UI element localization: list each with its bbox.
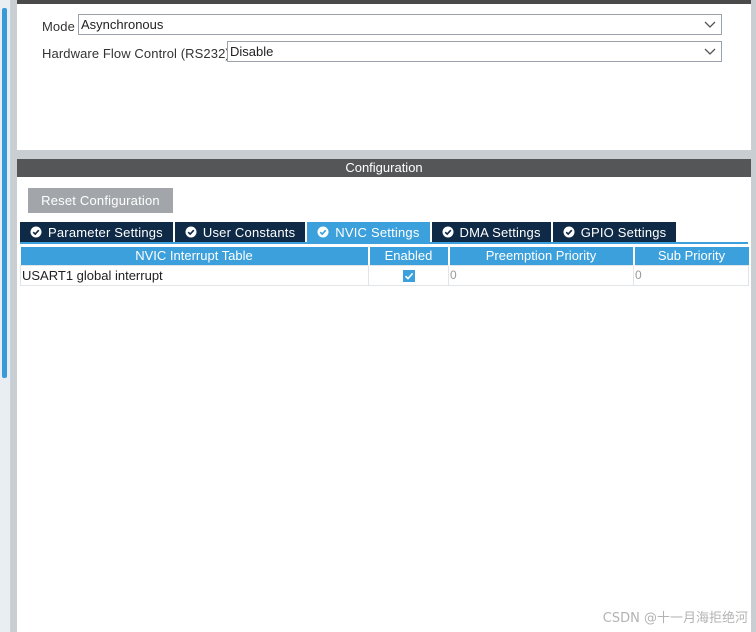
watermark-text: CSDN @十一月海拒绝河 <box>602 611 748 626</box>
enabled-cell <box>368 264 449 286</box>
flow-row: Hardware Flow Control (RS232) <box>17 42 230 64</box>
sub-priority-cell[interactable]: 0 <box>633 264 749 286</box>
reset-configuration-button[interactable]: Reset Configuration <box>28 188 173 213</box>
settings-tabs: Parameter Settings User Constants NVIC S… <box>20 222 678 242</box>
flow-label: Hardware Flow Control (RS232) <box>42 45 230 61</box>
check-circle-icon <box>563 226 575 238</box>
chevron-down-icon <box>704 45 716 57</box>
tab-user-constants[interactable]: User Constants <box>174 222 306 242</box>
column-header-enabled[interactable]: Enabled <box>368 247 450 265</box>
chevron-down-icon <box>704 18 716 30</box>
mode-panel: Mode Asynchronous Hardware Flow Control … <box>17 0 751 150</box>
column-header-interrupt[interactable]: NVIC Interrupt Table <box>20 247 370 265</box>
check-circle-icon <box>185 226 197 238</box>
check-circle-icon <box>30 226 42 238</box>
column-header-preemption[interactable]: Preemption Priority <box>448 247 635 265</box>
interrupt-name-cell: USART1 global interrupt <box>20 264 369 286</box>
tab-label: User Constants <box>202 224 296 240</box>
tab-label: NVIC Settings <box>335 224 420 240</box>
tab-nvic-settings[interactable]: NVIC Settings <box>307 222 430 242</box>
configuration-header: Configuration <box>17 159 751 177</box>
tab-label: Parameter Settings <box>48 224 163 240</box>
mode-select[interactable]: Asynchronous <box>78 14 722 35</box>
tab-dma-settings[interactable]: DMA Settings <box>431 222 551 242</box>
mode-row: Mode <box>17 15 75 37</box>
preemption-priority-cell[interactable]: 0 <box>448 264 634 286</box>
tab-label: DMA Settings <box>459 224 541 240</box>
mode-label: Mode <box>42 18 75 34</box>
table-row[interactable]: USART1 global interrupt 0 0 <box>20 264 749 286</box>
table-header-row: NVIC Interrupt Table Enabled Preemption … <box>20 247 749 265</box>
left-scroll-strip <box>0 0 11 632</box>
tab-underline <box>20 242 748 244</box>
check-circle-icon <box>317 226 329 238</box>
main-frame: Mode Asynchronous Hardware Flow Control … <box>11 0 756 632</box>
enabled-checkbox[interactable] <box>403 270 415 283</box>
configuration-panel: Configuration Reset Configuration Parame… <box>17 159 751 632</box>
nvic-interrupt-table: NVIC Interrupt Table Enabled Preemption … <box>20 247 749 286</box>
mode-select-value: Asynchronous <box>81 17 164 32</box>
check-circle-icon <box>442 226 454 238</box>
flow-select-value: Disable <box>230 44 274 59</box>
tab-gpio-settings[interactable]: GPIO Settings <box>552 222 677 242</box>
tab-parameter-settings[interactable]: Parameter Settings <box>20 222 173 242</box>
column-header-sub-priority[interactable]: Sub Priority <box>633 247 749 265</box>
flow-select[interactable]: Disable <box>227 41 722 62</box>
left-scrollbar[interactable] <box>2 8 7 378</box>
tab-label: GPIO Settings <box>580 224 667 240</box>
